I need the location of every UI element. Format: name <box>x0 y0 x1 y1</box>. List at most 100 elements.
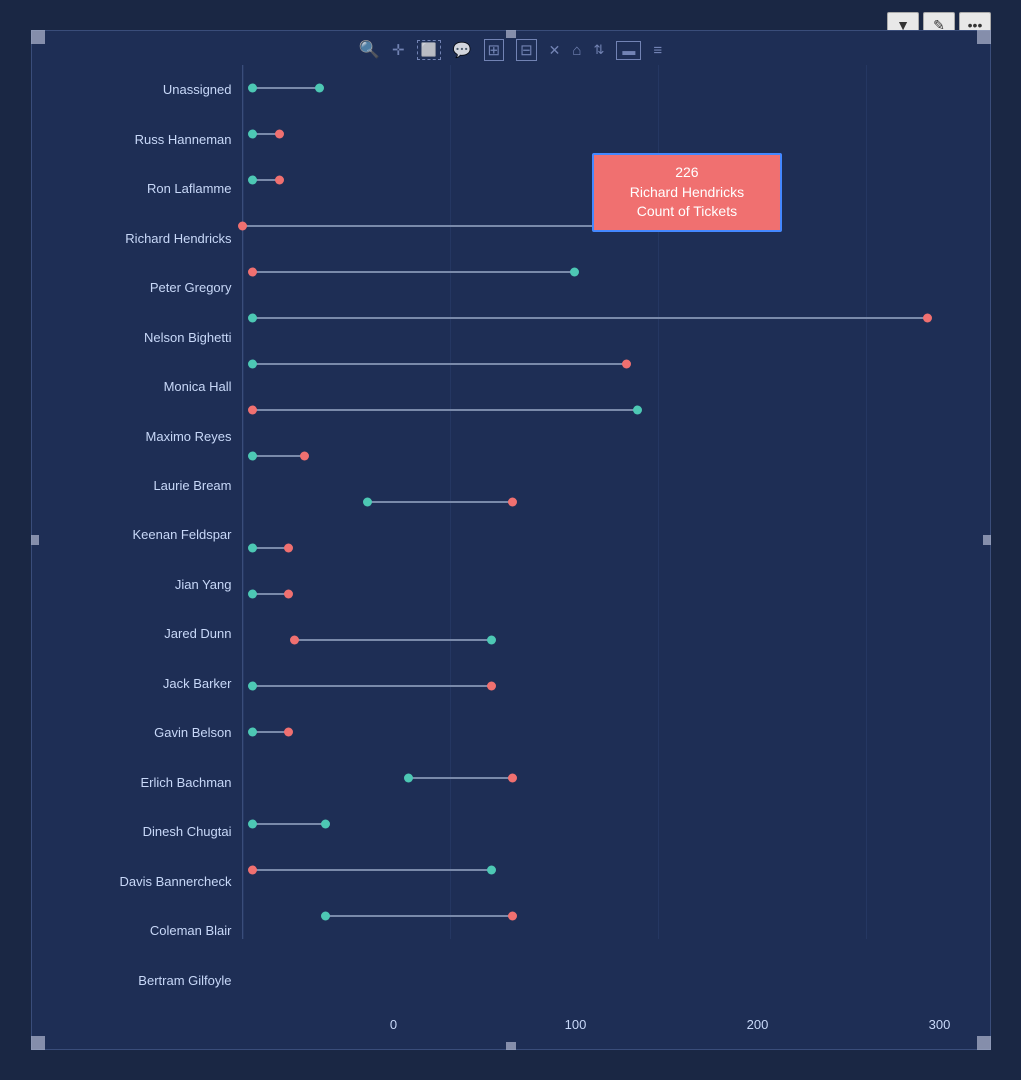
y-label: Richard Hendricks <box>52 215 242 261</box>
data-row <box>243 663 970 709</box>
end-dot <box>321 820 330 829</box>
start-dot <box>248 682 257 691</box>
end-dot <box>284 590 293 599</box>
end-dot <box>508 498 517 507</box>
end-dot <box>508 912 517 921</box>
x-tick: 300 <box>910 1017 970 1032</box>
data-row <box>243 525 970 571</box>
start-dot <box>248 544 257 553</box>
y-label: Unassigned <box>52 67 242 113</box>
data-row <box>243 893 970 939</box>
data-row <box>243 801 970 847</box>
data-row <box>243 571 970 617</box>
end-dot <box>487 866 496 875</box>
start-dot <box>248 84 257 93</box>
corner-tl <box>31 30 45 44</box>
y-label: Ron Laflamme <box>52 166 242 212</box>
start-dot <box>248 360 257 369</box>
range-line <box>253 455 305 457</box>
sort-icon[interactable]: ⇅ <box>593 42 604 58</box>
add-mark-icon[interactable]: ⊞ <box>484 39 505 61</box>
start-dot <box>248 866 257 875</box>
start-dot <box>248 406 257 415</box>
menu-icon[interactable]: ≡ <box>653 42 662 59</box>
end-dot <box>315 84 324 93</box>
start-dot <box>248 452 257 461</box>
start-dot <box>404 774 413 783</box>
y-label: Gavin Belson <box>52 710 242 756</box>
range-line <box>326 915 513 917</box>
y-label: Jack Barker <box>52 660 242 706</box>
y-label: Dinesh Chugtai <box>52 809 242 855</box>
data-row <box>243 65 970 111</box>
start-dot <box>238 222 247 231</box>
x-tick: 0 <box>364 1017 424 1032</box>
range-line <box>294 639 491 641</box>
range-line <box>253 363 627 365</box>
chart-content: UnassignedRuss HannemanRon LaflammeRicha… <box>52 65 970 1005</box>
start-dot <box>363 498 372 507</box>
data-row <box>243 295 970 341</box>
data-row <box>243 479 970 525</box>
y-label: Monica Hall <box>52 364 242 410</box>
data-row <box>243 111 970 157</box>
end-dot <box>275 176 284 185</box>
edge-handle-top[interactable] <box>506 30 516 38</box>
y-label: Coleman Blair <box>52 908 242 954</box>
exclude-icon[interactable]: ✕ <box>549 42 561 59</box>
remove-mark-icon[interactable]: ⊟ <box>516 39 537 61</box>
range-line <box>253 409 637 411</box>
y-label: Keenan Feldspar <box>52 512 242 558</box>
data-row <box>243 341 970 387</box>
data-row <box>243 617 970 663</box>
pan-icon[interactable]: ✛ <box>392 41 405 59</box>
y-label: Russ Hanneman <box>52 116 242 162</box>
y-label: Jared Dunn <box>52 611 242 657</box>
start-dot <box>248 268 257 277</box>
plot-area: 226Richard HendricksCount of Tickets✛ <box>242 65 970 939</box>
x-tick: 200 <box>728 1017 788 1032</box>
range-line <box>253 823 326 825</box>
y-label: Davis Bannercheck <box>52 858 242 904</box>
end-dot <box>508 774 517 783</box>
end-dot <box>487 636 496 645</box>
end-dot <box>622 360 631 369</box>
start-dot <box>248 176 257 185</box>
range-line <box>409 777 513 779</box>
data-row <box>243 249 970 295</box>
x-axis: 0100200300 <box>52 1009 970 1039</box>
tooltip-box: 226Richard HendricksCount of Tickets <box>592 153 782 232</box>
chart-container: 🔍 ✛ ⬜ 💬 ⊞ ⊟ ✕ ⌂ ⇅ ▬ ≡ UnassignedRuss Han… <box>31 30 991 1050</box>
lasso-icon[interactable]: 💬 <box>453 41 472 59</box>
end-dot <box>923 314 932 323</box>
y-label: Laurie Bream <box>52 462 242 508</box>
start-dot <box>321 912 330 921</box>
range-line <box>253 685 492 687</box>
end-dot <box>300 452 309 461</box>
start-dot <box>248 130 257 139</box>
home-icon[interactable]: ⌂ <box>572 42 581 59</box>
start-dot <box>248 314 257 323</box>
start-dot <box>248 820 257 829</box>
y-label: Peter Gregory <box>52 265 242 311</box>
range-line <box>253 271 575 273</box>
tooltip-name: Richard Hendricks <box>630 184 744 200</box>
select-icon[interactable]: ⬜ <box>417 40 441 60</box>
end-dot <box>633 406 642 415</box>
data-row <box>243 387 970 433</box>
end-dot <box>284 544 293 553</box>
y-label: Erlich Bachman <box>52 759 242 805</box>
y-label: Maximo Reyes <box>52 413 242 459</box>
label-icon[interactable]: ▬ <box>616 41 641 60</box>
start-dot <box>290 636 299 645</box>
start-dot <box>248 590 257 599</box>
data-row <box>243 755 970 801</box>
end-dot <box>284 728 293 737</box>
range-line <box>253 869 492 871</box>
start-dot <box>248 728 257 737</box>
y-label: Nelson Bighetti <box>52 314 242 360</box>
end-dot <box>570 268 579 277</box>
range-line <box>253 87 319 89</box>
y-label: Jian Yang <box>52 561 242 607</box>
zoom-icon[interactable]: 🔍 <box>359 40 380 60</box>
